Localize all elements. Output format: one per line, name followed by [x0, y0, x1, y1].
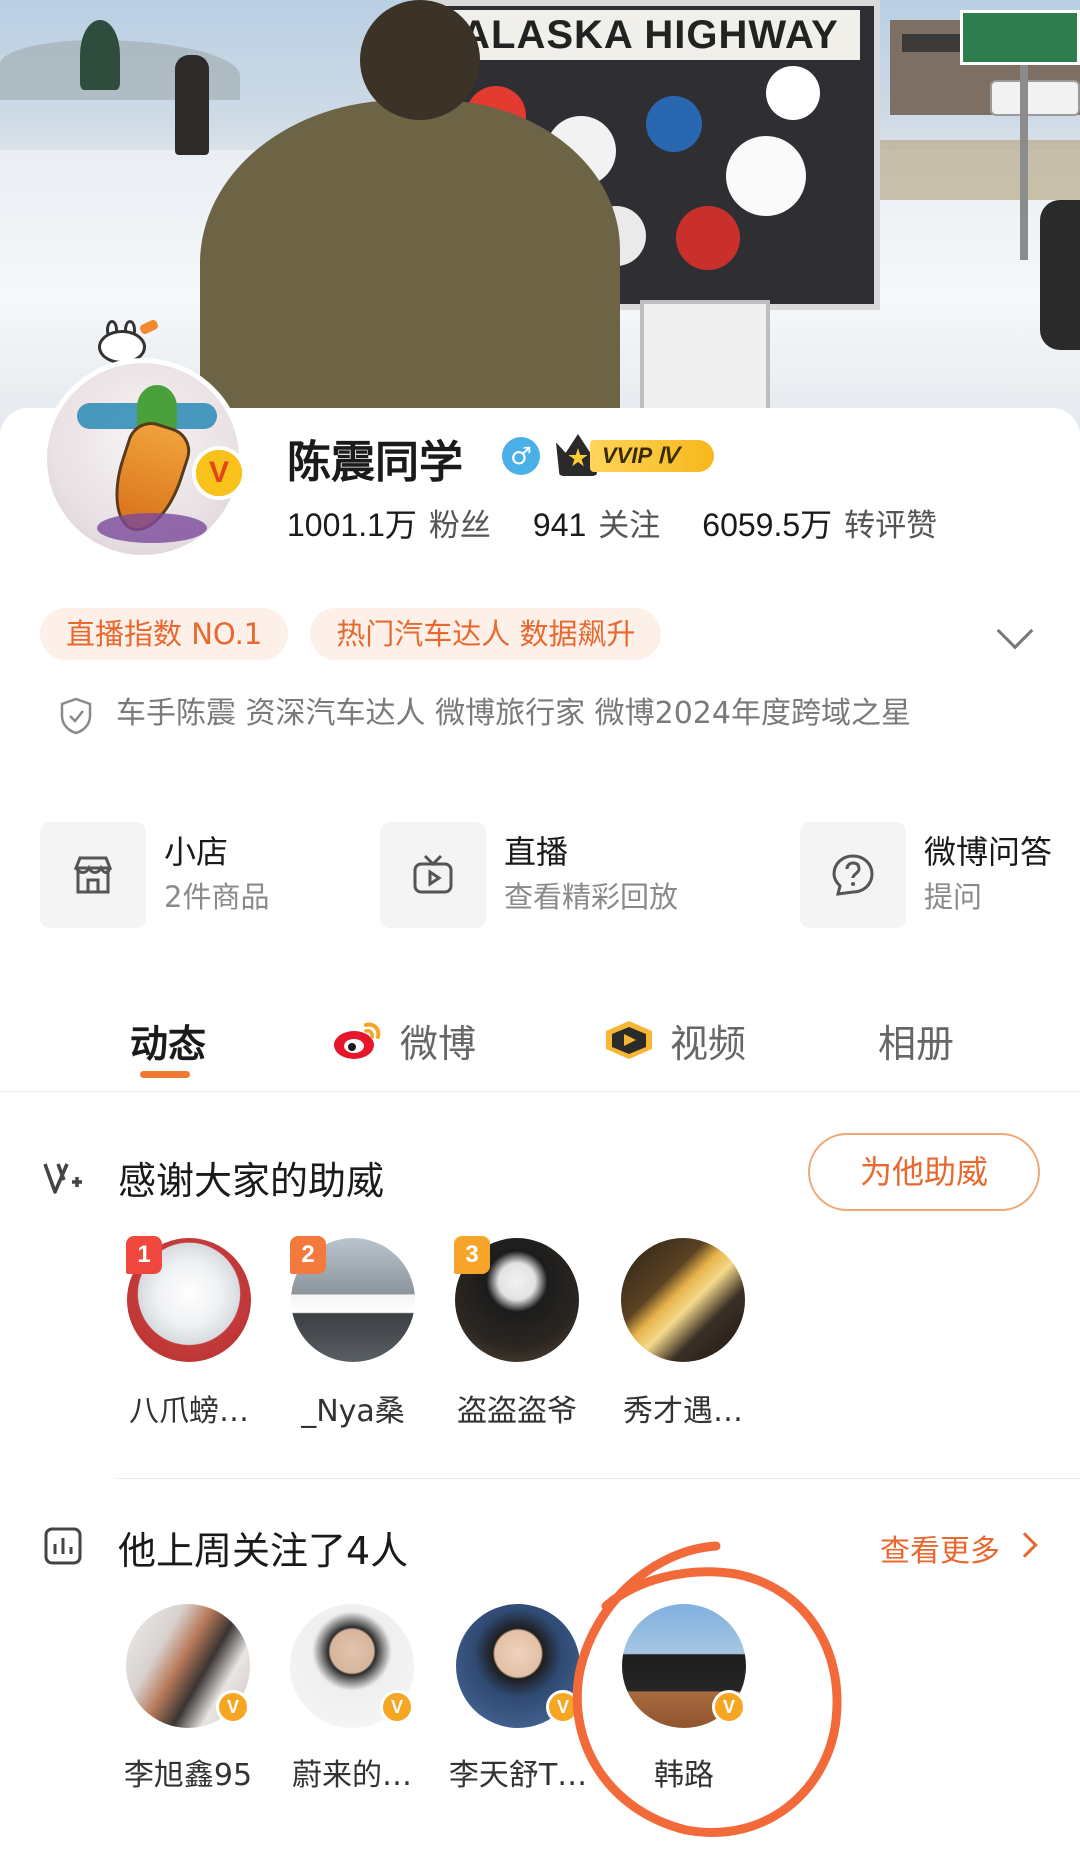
shield-check-icon [60, 697, 92, 735]
profile-tabs: 动态 微博 视频 相册 [0, 1000, 1080, 1092]
certification-text: 车手陈震 资深汽车达人 微博旅行家 微博2024年度跨域之星 [116, 696, 911, 731]
bar-chart-icon [44, 1527, 82, 1565]
stat-following[interactable]: 941 关注 [533, 500, 660, 545]
service-qa[interactable]: 微博问答 提问 [800, 822, 1052, 928]
stat-label: 粉丝 [428, 508, 491, 544]
supporter-item[interactable]: 1 八爪螃… [114, 1236, 264, 1430]
verified-v-icon: V [380, 1690, 414, 1724]
stat-likes[interactable]: 6059.5万 转评赞 [702, 500, 937, 546]
followed-user[interactable]: V 李旭鑫95 [108, 1604, 268, 1794]
tag-live-index[interactable]: 直播指数 NO.1 [40, 608, 289, 660]
support-v-plus-icon [43, 1163, 82, 1194]
tab-video[interactable]: 视频 [602, 1000, 746, 1080]
tab-label: 视频 [670, 1021, 747, 1066]
stat-label: 关注 [598, 508, 661, 544]
tab-label: 相册 [878, 1021, 955, 1066]
cover-person [200, 100, 620, 440]
service-subtitle: 2件商品 [164, 880, 270, 914]
service-title: 微博问答 [924, 833, 1053, 871]
vvip-badge[interactable]: VVIP Ⅳ [556, 434, 716, 476]
recent-follows-title: 他上周关注了4人 [118, 1529, 409, 1573]
cover-truck [990, 80, 1080, 116]
tag-hot-auto-creator[interactable]: 热门汽车达人 数据飙升 [310, 608, 662, 660]
vvip-level-label: VVIP Ⅳ [590, 440, 714, 472]
stat-value: 6059.5万 [702, 507, 833, 543]
hand-drawn-circle-annotation [572, 1541, 842, 1837]
tab-weibo[interactable]: 微博 [330, 1000, 476, 1080]
service-title: 直播 [504, 833, 569, 871]
supporter-item[interactable]: 2 _Nya桑 [278, 1236, 428, 1430]
supporter-name: _Nya桑 [301, 1394, 405, 1429]
supporter-avatar [621, 1238, 745, 1362]
section-divider [116, 1478, 1080, 1479]
stat-label: 转评赞 [844, 508, 938, 544]
profile-tags: 直播指数 NO.1 热门汽车达人 数据飙升 [40, 608, 683, 660]
followed-name: 李旭鑫95 [123, 1758, 253, 1793]
verified-v-icon: V [216, 1690, 250, 1724]
cover-edge-figure [1040, 200, 1080, 350]
stat-value: 941 [532, 507, 587, 543]
profile-stats: 1001.1万 粉丝 941 关注 6059.5万 转评赞 [287, 500, 979, 550]
video-badge-icon [606, 1021, 652, 1059]
cheer-button[interactable]: 为他助威 [808, 1133, 1040, 1211]
supporter-item[interactable]: 秀才遇… [608, 1238, 758, 1430]
support-section-title: 感谢大家的助威 [118, 1159, 385, 1203]
active-tab-indicator [140, 1071, 190, 1078]
supporter-item[interactable]: 3 盗盗盗爷 [442, 1236, 592, 1430]
stat-fans[interactable]: 1001.1万 粉丝 [287, 500, 491, 546]
cover-sign-title: ALASKA HIGHWAY [440, 10, 860, 60]
tab-label: 微博 [400, 1021, 477, 1066]
profile-name: 陈震同学 [287, 437, 463, 488]
supporter-name: 秀才遇… [623, 1394, 743, 1429]
shop-icon [40, 822, 146, 928]
tab-label: 动态 [130, 1021, 207, 1066]
service-entries: 小店 2件商品 直播 查看精彩回放 微博问答 提问 [40, 822, 1080, 932]
weibo-logo-icon [334, 1022, 381, 1059]
supporter-name: 八爪螃… [129, 1394, 249, 1429]
profile-avatar[interactable]: V [42, 358, 246, 560]
question-icon [800, 822, 906, 928]
recent-follow-list: V 李旭鑫95 V 蔚来的… V 李天舒T… V 韩路 [0, 1604, 1080, 1804]
supporter-name: 盗盗盗爷 [457, 1394, 577, 1429]
tv-icon [380, 822, 486, 928]
cover-person-head [360, 0, 480, 120]
cover-street-sign [960, 10, 1080, 65]
rank-badge: 3 [454, 1236, 490, 1274]
tab-album[interactable]: 相册 [878, 1000, 954, 1080]
service-subtitle: 查看精彩回放 [504, 880, 679, 914]
cover-pole [1020, 60, 1028, 260]
cover-road [860, 140, 1080, 200]
tab-feed[interactable]: 动态 [130, 1000, 206, 1080]
service-live[interactable]: 直播 查看精彩回放 [380, 822, 678, 928]
verified-badge-icon: V [192, 446, 246, 500]
service-subtitle: 提问 [924, 880, 983, 914]
followed-user[interactable]: V 蔚来的… [272, 1604, 432, 1794]
service-shop[interactable]: 小店 2件商品 [40, 822, 269, 928]
rank-badge: 1 [126, 1236, 162, 1274]
service-title: 小店 [164, 833, 229, 871]
rank-badge: 2 [290, 1236, 326, 1274]
followed-name: 蔚来的… [292, 1758, 412, 1793]
cover-pedestrian [175, 55, 209, 155]
male-gender-icon: ♂ [502, 437, 540, 475]
cover-tree [80, 20, 120, 90]
stat-value: 1001.1万 [287, 507, 417, 543]
supporter-list: 1 八爪螃… 2 _Nya桑 3 盗盗盗爷 秀才遇… [0, 1236, 1080, 1438]
see-more-link[interactable]: 查看更多 [880, 1526, 1000, 1570]
